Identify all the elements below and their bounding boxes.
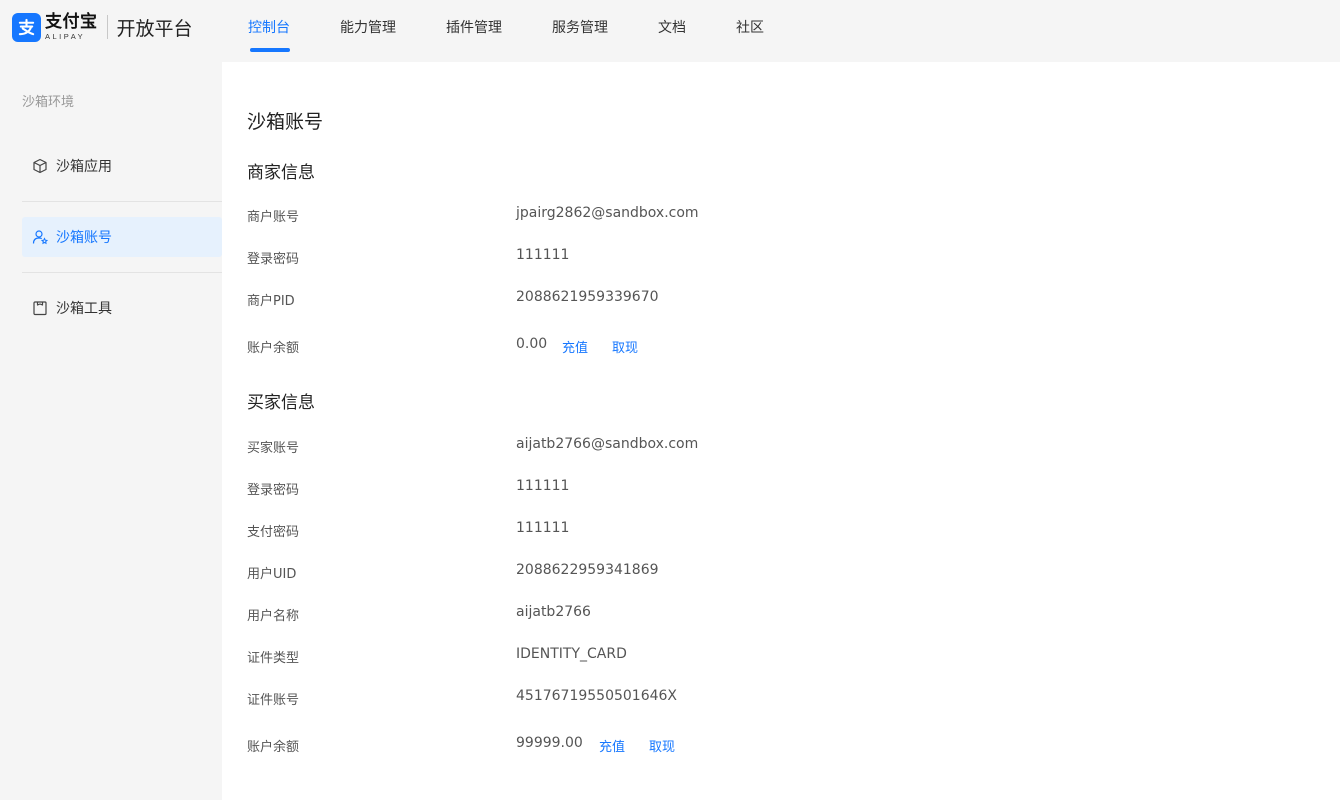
buyer-name-label: 用户名称 — [247, 609, 300, 624]
merchant-withdraw-link[interactable]: 取现 — [612, 337, 638, 356]
merchant-password-label: 登录密码 — [247, 252, 300, 267]
buyer-recharge-link[interactable]: 充值 — [599, 736, 625, 755]
buyer-password-label: 登录密码 — [247, 483, 300, 498]
sidebar-item-label: 沙箱应用 — [56, 159, 112, 175]
merchant-pid-label: 商户PID — [247, 294, 295, 309]
nav-item-plugin[interactable]: 插件管理 — [446, 17, 502, 37]
page-title: 沙箱账号 — [247, 111, 324, 133]
nav-item-community[interactable]: 社区 — [736, 17, 764, 37]
main-content: 沙箱账号 商家信息 商户账号 jpairg2862@sandbox.com 登录… — [222, 62, 1340, 800]
merchant-balance-value: 0.00 — [516, 336, 548, 352]
merchant-section-title: 商家信息 — [247, 163, 315, 183]
sidebar-item-sandbox-account[interactable]: 沙箱账号 — [22, 217, 222, 257]
nav-active-indicator — [250, 48, 290, 52]
buyer-pay-password-label: 支付密码 — [247, 525, 300, 540]
merchant-recharge-link[interactable]: 充值 — [562, 337, 588, 356]
buyer-id-number-label: 证件账号 — [247, 693, 300, 708]
buyer-withdraw-link[interactable]: 取现 — [649, 736, 675, 755]
nav-item-console[interactable]: 控制台 — [248, 17, 290, 37]
buyer-balance-value: 99999.00 — [516, 735, 583, 751]
nav-item-capability[interactable]: 能力管理 — [340, 17, 396, 37]
merchant-balance-label: 账户余额 — [247, 341, 300, 356]
sidebar-item-label: 沙箱工具 — [56, 301, 112, 317]
buyer-uid-label: 用户UID — [247, 567, 297, 582]
buyer-password-value: 111111 — [516, 478, 570, 494]
buyer-account-label: 买家账号 — [247, 441, 300, 456]
buyer-name-value: aijatb2766 — [516, 604, 591, 620]
sidebar-divider — [22, 201, 222, 202]
alipay-logo-icon — [12, 12, 41, 42]
top-navigation-bar: 支付宝 ALIPAY 开放平台 控制台 能力管理 插件管理 服务管理 文档 社区 — [0, 0, 1340, 52]
merchant-pid-value: 2088621959339670 — [516, 289, 659, 305]
buyer-account-value: aijatb2766@sandbox.com — [516, 436, 699, 452]
buyer-pay-password-value: 111111 — [516, 520, 570, 536]
cube-icon — [32, 158, 48, 174]
sidebar-divider — [22, 272, 222, 273]
sidebar-item-sandbox-app[interactable]: 沙箱应用 — [22, 146, 222, 186]
buyer-id-type-label: 证件类型 — [247, 651, 300, 666]
sidebar-item-sandbox-tools[interactable]: 沙箱工具 — [22, 288, 222, 328]
buyer-section-title: 买家信息 — [247, 393, 315, 413]
merchant-account-value: jpairg2862@sandbox.com — [516, 205, 699, 221]
nav-item-docs[interactable]: 文档 — [658, 17, 686, 37]
nav-item-service[interactable]: 服务管理 — [552, 17, 608, 37]
brand-name-cn: 支付宝 — [45, 11, 98, 32]
buyer-id-type-value: IDENTITY_CARD — [516, 646, 627, 662]
buyer-balance-label: 账户余额 — [247, 740, 300, 755]
merchant-password-value: 111111 — [516, 247, 570, 263]
buyer-uid-value: 2088622959341869 — [516, 562, 659, 578]
sidebar-item-label: 沙箱账号 — [56, 230, 112, 246]
alipay-logo[interactable]: 支付宝 ALIPAY 开放平台 — [12, 12, 193, 42]
clipboard-icon — [32, 300, 48, 316]
user-star-icon — [32, 229, 48, 245]
platform-name: 开放平台 — [116, 17, 193, 40]
buyer-id-number-value: 45176719550501646X — [516, 688, 678, 704]
sidebar: 沙箱环境 沙箱应用 沙箱账号 沙箱工具 — [0, 62, 222, 800]
merchant-account-label: 商户账号 — [247, 210, 300, 225]
sidebar-title: 沙箱环境 — [22, 95, 75, 110]
logo-divider — [106, 15, 108, 39]
brand-name-en: ALIPAY — [45, 31, 86, 41]
